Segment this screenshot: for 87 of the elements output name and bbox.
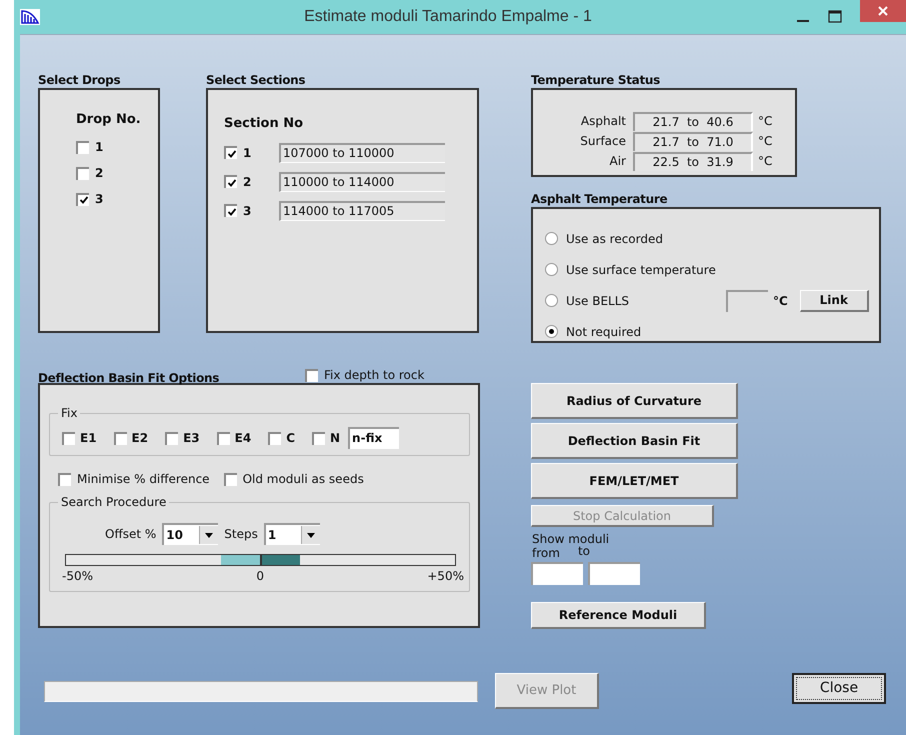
- checkbox[interactable]: [165, 432, 178, 444]
- checkbox-label: E4: [234, 431, 252, 445]
- link-button[interactable]: Link: [800, 290, 869, 312]
- checkbox-label: 2: [243, 174, 252, 188]
- temperature-range: 22.5 to 31.9: [633, 152, 753, 170]
- window-title: Estimate moduli Tamarindo Empalme - 1: [303, 8, 593, 26]
- temperature-range: 21.7 to 40.6: [633, 112, 753, 130]
- column-heading: Drop No.: [76, 112, 142, 127]
- app-icon: [20, 9, 40, 25]
- checkbox[interactable]: [58, 472, 71, 486]
- range-field: 114000 to 117005: [279, 200, 445, 220]
- checkbox[interactable]: [224, 204, 237, 217]
- group-title: Temperature Status: [531, 73, 661, 88]
- radio-label: Use surface temperature: [566, 262, 714, 276]
- group-title: Select Drops: [38, 73, 122, 88]
- frame-title: Fix: [58, 406, 80, 420]
- unit-label: °C: [758, 114, 772, 128]
- unit-label: °C: [773, 294, 788, 308]
- close-icon: [878, 6, 888, 16]
- reference-button[interactable]: Reference Moduli: [531, 602, 706, 629]
- scale-label: -50%: [62, 569, 94, 583]
- temperature-range: 21.7 to 71.0: [633, 132, 753, 150]
- group-title: Select Sections: [206, 73, 306, 88]
- group-title: Deflection Basin Fit Options: [38, 370, 220, 386]
- checkbox-label: 1: [243, 146, 252, 160]
- offset-dropdown[interactable]: 10: [162, 523, 218, 545]
- field-label: Show moduli: [532, 532, 610, 546]
- checkbox-label: 1: [95, 140, 104, 154]
- radio-button[interactable]: [545, 232, 558, 245]
- checkbox[interactable]: [312, 432, 325, 444]
- checkbox[interactable]: [224, 146, 237, 159]
- checkbox-label: Old moduli as seeds: [242, 472, 364, 486]
- radio-button[interactable]: [545, 263, 558, 276]
- checkbox-label: 3: [95, 192, 104, 206]
- n-fix-field[interactable]: n-fix: [348, 427, 400, 449]
- temperature-label: Air: [608, 154, 627, 168]
- action-button[interactable]: Deflection Basin Fit: [531, 423, 738, 459]
- close-button[interactable]: [860, 0, 906, 22]
- checkbox-label: C: [286, 431, 295, 445]
- temperature-label: Surface: [579, 134, 627, 148]
- radio-label: Use BELLS: [566, 294, 630, 308]
- column-heading: Section No: [224, 116, 304, 131]
- checkbox-label: E1: [80, 431, 97, 445]
- action-button[interactable]: Radius of Curvature: [531, 383, 738, 419]
- scale-label: +50%: [427, 569, 464, 583]
- group-title: Asphalt Temperature: [531, 192, 668, 207]
- caret-icon: [306, 532, 315, 538]
- checkbox[interactable]: [76, 140, 89, 154]
- checkbox-label: 2: [95, 166, 104, 180]
- checkbox[interactable]: [224, 175, 237, 188]
- radio-label: Use as recorded: [566, 232, 664, 246]
- checkbox[interactable]: [305, 368, 318, 382]
- unit-label: °C: [758, 154, 772, 168]
- checkbox-label: N: [330, 431, 340, 445]
- field-label: to: [578, 544, 590, 560]
- checkbox-label: E3: [183, 431, 200, 445]
- checkbox-label: Minimise % difference: [77, 472, 210, 486]
- offset-fill: [220, 555, 260, 565]
- field-label: Offset %: [105, 527, 156, 541]
- checkbox[interactable]: [114, 432, 127, 444]
- checkbox[interactable]: [76, 192, 89, 206]
- field-label: Steps: [224, 527, 258, 541]
- checkbox-label: 3: [243, 204, 252, 218]
- caret-icon: [205, 532, 214, 538]
- maximize-icon[interactable]: [828, 10, 842, 24]
- checkbox[interactable]: [268, 432, 282, 444]
- radio-button[interactable]: [545, 294, 558, 307]
- field-label: from: [532, 546, 560, 560]
- radio-button[interactable]: [545, 325, 558, 338]
- checkbox-label: Fix depth to rock: [324, 368, 424, 382]
- temperature-label: Asphalt: [580, 114, 627, 128]
- checkbox[interactable]: [216, 432, 230, 444]
- checkbox-label: E2: [132, 431, 148, 445]
- frame-title: Search Procedure: [58, 495, 170, 509]
- to-field[interactable]: [588, 562, 640, 585]
- close-button[interactable]: Close: [792, 672, 886, 704]
- checkbox[interactable]: [76, 166, 89, 180]
- unit-label: °C: [758, 134, 772, 148]
- from-field[interactable]: [531, 562, 583, 585]
- checkbox[interactable]: [224, 472, 237, 486]
- steps-dropdown[interactable]: 1: [264, 523, 320, 545]
- scale-label: 0: [256, 569, 264, 583]
- range-field: 107000 to 110000: [279, 142, 445, 162]
- radio-label: Not required: [566, 324, 642, 338]
- action-button[interactable]: FEM/LET/MET: [531, 463, 738, 499]
- checkbox[interactable]: [62, 432, 75, 444]
- range-field: 110000 to 114000: [279, 172, 445, 192]
